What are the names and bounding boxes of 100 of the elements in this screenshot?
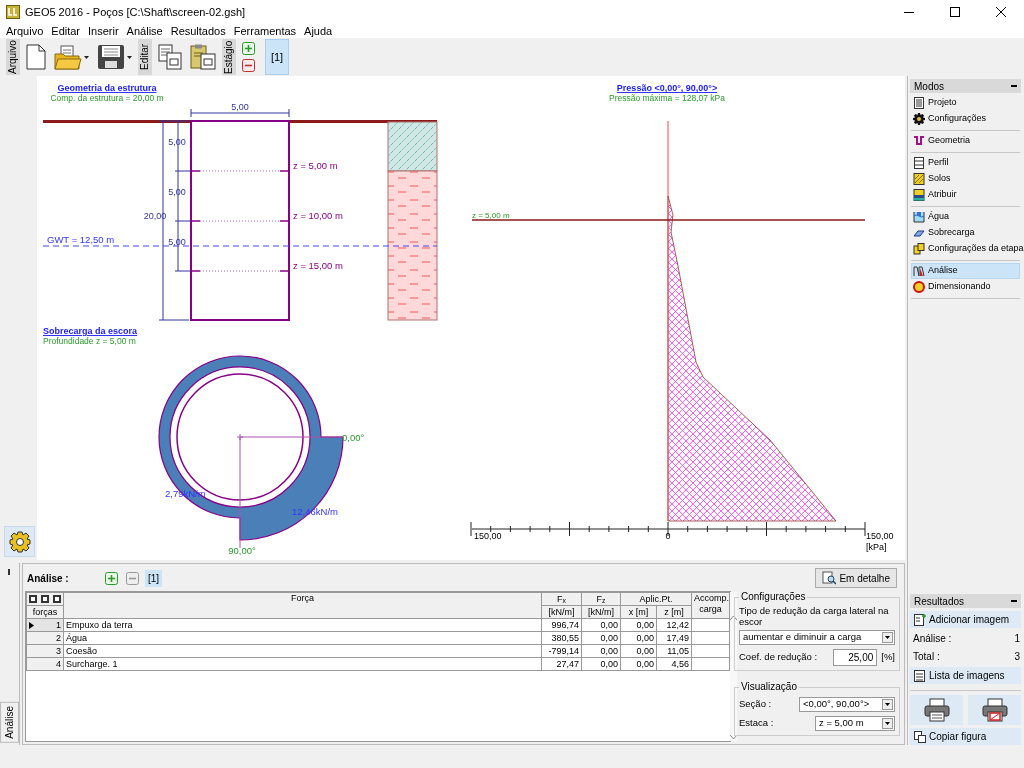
toolbar-group-label: Editar xyxy=(138,39,152,75)
add-button[interactable] xyxy=(103,569,120,587)
table-cell: 380,55 xyxy=(541,631,582,645)
mode-item[interactable]: Projeto xyxy=(911,95,1020,111)
dropdown[interactable]: <0,00°, 90,00°> xyxy=(799,697,895,712)
scrollbar[interactable] xyxy=(730,592,737,741)
menu-item[interactable]: Resultados xyxy=(166,24,230,38)
detail-button[interactable]: Em detalhe xyxy=(815,568,897,588)
menu-item[interactable]: Análise xyxy=(122,24,167,38)
stage-button[interactable]: [1] xyxy=(265,39,289,75)
slab-icon xyxy=(913,227,925,239)
save-icon xyxy=(97,44,125,70)
copy-button[interactable] xyxy=(156,44,184,70)
depth-label: z = 10,00 m xyxy=(293,210,343,221)
close-icon xyxy=(996,7,1006,17)
water-table-label: GWT = 12,50 m xyxy=(47,234,115,245)
remove-button[interactable] xyxy=(124,569,141,587)
stage-button[interactable]: [1] xyxy=(145,569,163,587)
mode-item[interactable]: Perfil xyxy=(911,155,1020,171)
section-title: Pressão <0,00°, 90,00°> xyxy=(616,83,718,93)
image-list-button[interactable]: Lista de imagens xyxy=(910,667,1021,684)
field-label: Coef. de redução : xyxy=(739,650,818,665)
section-subtitle: Profundidade z = 5,00 m xyxy=(43,336,136,346)
menu-item[interactable]: Arquivo xyxy=(2,24,48,38)
menu-item[interactable]: Ferramentas xyxy=(229,24,301,38)
row-number: 4 xyxy=(56,658,61,670)
mode-item[interactable]: Atribuir xyxy=(911,187,1020,203)
table-cell: 27,47 xyxy=(541,657,582,671)
panel-title: Resultados xyxy=(914,594,965,609)
copy-figure-icon xyxy=(914,730,926,743)
menu-item[interactable]: Inserir xyxy=(84,24,123,38)
group-title: Configurações xyxy=(740,591,807,603)
dimension-label: 5,00 xyxy=(168,237,186,247)
depth-label: z = 5,00 m xyxy=(472,211,510,220)
print-button[interactable] xyxy=(910,695,963,725)
unit-label: [kPa] xyxy=(866,542,887,552)
dimension-label: 5,00 xyxy=(168,187,186,197)
caret-icon xyxy=(84,55,89,59)
stat-label: Análise : xyxy=(913,632,952,646)
axis-label: 0 xyxy=(665,531,671,541)
add-image-button[interactable]: Adicionar imagem xyxy=(910,611,1021,628)
save-button[interactable] xyxy=(95,44,134,70)
stat-label: Total : xyxy=(913,650,940,664)
table-cell: 12,42 xyxy=(656,618,692,632)
print-to-file-button[interactable] xyxy=(968,695,1021,725)
app-logo-icon xyxy=(6,5,20,19)
dimension-label: 5,00 xyxy=(231,102,249,112)
menu-item[interactable]: Editar xyxy=(47,24,85,38)
list-icon xyxy=(913,97,925,109)
table-cell: 11,05 xyxy=(656,644,692,658)
settings-button[interactable] xyxy=(4,526,35,557)
mode-item[interactable]: Sobrecarga xyxy=(911,225,1020,241)
copy-figure-button[interactable]: Copiar figura xyxy=(910,728,1021,745)
section-title: Geometria da estrutura xyxy=(57,83,157,93)
table-cell: 17,49 xyxy=(656,631,692,645)
mode-item[interactable]: Solos xyxy=(911,171,1020,187)
unit-label: [%] xyxy=(881,650,895,665)
mode-item[interactable]: Água xyxy=(911,209,1020,225)
open-icon xyxy=(54,44,82,70)
dimension-label: 5,00 xyxy=(168,137,186,147)
table-cell: 0,00 xyxy=(620,644,657,658)
remove-stage-button[interactable] xyxy=(240,59,257,72)
column-header: Accomp. carga xyxy=(691,592,730,619)
window-title: GEO5 2016 - Poços [C:\Shaft\screen-02.gsh] xyxy=(25,4,247,20)
dropdown[interactable]: aumentar e diminuir a carga xyxy=(739,630,895,645)
copy-rows-icon[interactable] xyxy=(41,595,49,603)
open-button[interactable] xyxy=(52,44,91,70)
paste-icon xyxy=(190,44,216,70)
analysis-icon xyxy=(913,265,925,277)
scroll-up-icon xyxy=(730,616,737,620)
mode-item[interactable]: Análise xyxy=(911,263,1020,279)
row-number: 2 xyxy=(56,632,61,644)
scroll-down-icon xyxy=(730,735,737,739)
table-cell: Surcharge. 1 xyxy=(63,657,542,671)
mode-item[interactable]: Configurações xyxy=(911,111,1020,127)
hatched-square-icon xyxy=(913,173,925,185)
row-number: 3 xyxy=(56,645,61,657)
maximize-icon xyxy=(950,7,960,17)
table-cell: -799,14 xyxy=(541,644,582,658)
panel-title: Modos xyxy=(914,79,944,94)
menu-item[interactable]: Ajuda xyxy=(300,24,337,38)
u-shape-icon xyxy=(913,135,925,147)
copy-rows-icon[interactable] xyxy=(53,595,61,603)
add-stage-button[interactable] xyxy=(240,42,257,55)
depth-label: z = 15,00 m xyxy=(293,260,343,271)
mode-item[interactable]: Geometria xyxy=(911,133,1020,149)
dropdown[interactable]: z = 5,00 m xyxy=(815,716,895,731)
table-icon xyxy=(913,157,925,169)
group-title: Visualização xyxy=(740,681,798,693)
copy-rows-icon[interactable] xyxy=(29,595,37,603)
angle-label: 0,00° xyxy=(342,432,365,443)
current-row-arrow-icon xyxy=(29,621,34,629)
depth-label: z = 5,00 m xyxy=(293,160,338,171)
magnifier-icon xyxy=(822,571,837,585)
number-field[interactable]: 25,00 xyxy=(833,649,878,666)
field-label: Tipo de redução da carga lateral na escor xyxy=(739,605,890,627)
side-tab[interactable]: Análise xyxy=(0,702,19,743)
new-file-button[interactable] xyxy=(24,44,48,70)
paste-button[interactable] xyxy=(188,44,218,70)
mode-item[interactable]: Dimensionando xyxy=(911,279,1020,295)
